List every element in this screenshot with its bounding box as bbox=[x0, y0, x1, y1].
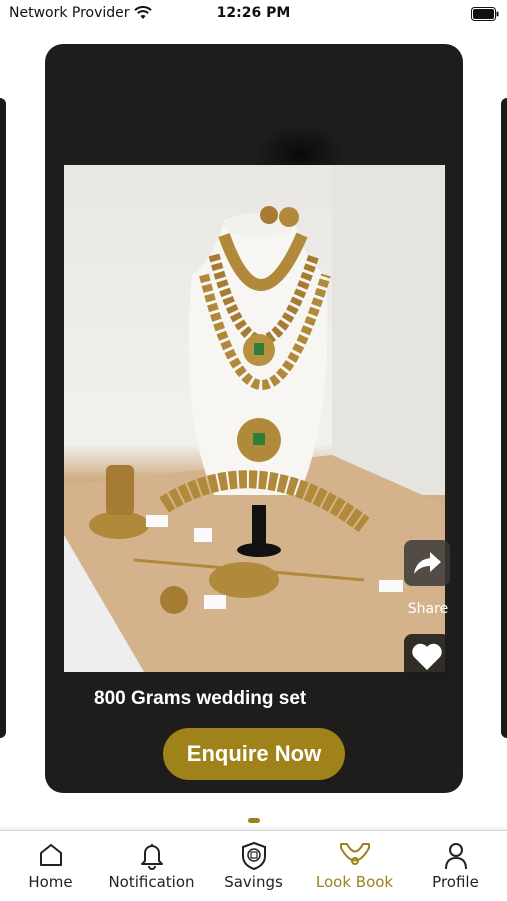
nav-notification-label: Notification bbox=[108, 873, 195, 891]
heart-icon bbox=[412, 643, 442, 670]
person-icon bbox=[444, 843, 467, 870]
home-icon bbox=[39, 844, 62, 866]
bottom-nav: Home Notification Savings Look Book Prof… bbox=[0, 830, 507, 901]
nav-look-book[interactable]: Look Book bbox=[304, 831, 405, 901]
nav-profile-label: Profile bbox=[432, 873, 479, 891]
share-arrow-icon bbox=[414, 552, 441, 574]
product-title: 800 Grams wedding set bbox=[94, 688, 307, 709]
battery-icon bbox=[471, 7, 499, 21]
like-button[interactable] bbox=[404, 634, 450, 680]
product-image[interactable] bbox=[64, 165, 445, 672]
enquire-now-button[interactable]: Enquire Now bbox=[163, 728, 345, 780]
status-bar: Network Provider 12:26 PM bbox=[0, 0, 507, 30]
nav-savings[interactable]: Savings bbox=[203, 831, 304, 901]
nav-notification[interactable]: Notification bbox=[101, 831, 202, 901]
nav-savings-label: Savings bbox=[224, 873, 283, 891]
previous-card-peek[interactable] bbox=[0, 98, 6, 738]
lookbook-card: Share 800 Grams wedding set Enquire Now bbox=[45, 44, 463, 793]
nav-look-book-label: Look Book bbox=[315, 873, 394, 891]
clock: 12:26 PM bbox=[216, 5, 291, 21]
next-card-peek[interactable] bbox=[501, 98, 507, 738]
nav-profile[interactable]: Profile bbox=[405, 831, 506, 901]
share-button[interactable] bbox=[404, 540, 450, 586]
nav-home-label: Home bbox=[28, 873, 73, 891]
page-indicator bbox=[248, 818, 260, 823]
lookbook-icon bbox=[339, 843, 370, 865]
bell-icon bbox=[140, 844, 163, 870]
savings-icon bbox=[241, 841, 266, 871]
share-label: Share bbox=[407, 601, 449, 617]
nav-home[interactable]: Home bbox=[0, 831, 101, 901]
